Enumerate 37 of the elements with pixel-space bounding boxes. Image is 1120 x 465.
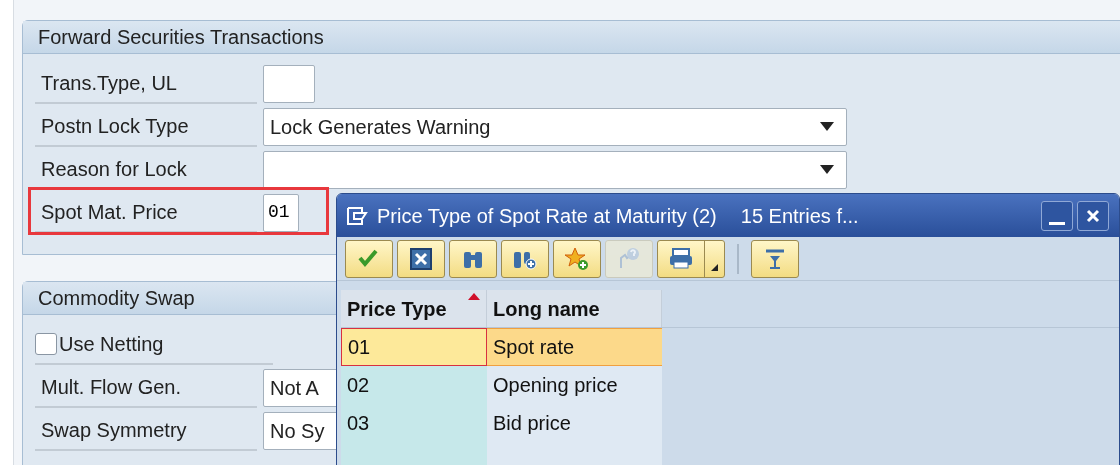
field-label: Spot Mat. Price: [35, 192, 257, 233]
filter-button[interactable]: [751, 239, 799, 278]
entry-count: 15 Entries f...: [740, 203, 859, 229]
favorite-add-button[interactable]: [553, 239, 601, 278]
table-cell[interactable]: 03: [341, 404, 487, 442]
close-icon: [1086, 208, 1100, 223]
column-header[interactable]: Long name: [487, 290, 662, 327]
cancel-button[interactable]: [397, 239, 445, 278]
field-label: Reason for Lock: [35, 149, 257, 190]
checkbox[interactable]: [35, 332, 57, 355]
find-button[interactable]: [449, 239, 497, 278]
table-cell[interactable]: Opening price: [487, 366, 662, 404]
table-cell[interactable]: Spot rate: [487, 328, 662, 366]
table-cell[interactable]: 01: [341, 328, 487, 366]
column-header[interactable]: Price Type: [341, 290, 487, 327]
field-label: Trans.Type, UL: [35, 63, 257, 104]
dialog-title: Price Type of Spot Rate at Maturity (2): [377, 203, 717, 229]
field-label: Mult. Flow Gen.: [35, 367, 257, 408]
dropdown-field[interactable]: [263, 150, 847, 189]
find-next-button[interactable]: [501, 239, 549, 278]
panel-title: Forward Securities Transactions: [23, 21, 1120, 54]
input-field[interactable]: [263, 64, 315, 103]
field-label: Swap Symmetry: [35, 410, 257, 451]
check-button[interactable]: [345, 239, 393, 278]
print-button[interactable]: [657, 239, 725, 278]
caret-icon: [820, 165, 834, 174]
dropdown-field[interactable]: Lock Generates Warning: [263, 107, 847, 146]
checkbox-label: Use Netting: [59, 331, 164, 357]
caret-icon: [820, 122, 834, 131]
dialog-icon: [347, 206, 369, 225]
minimize-icon: [1049, 221, 1065, 225]
table-cell[interactable]: 02: [341, 366, 487, 404]
input-field[interactable]: 01: [263, 193, 299, 232]
minimize-button[interactable]: [1041, 200, 1073, 231]
field-label: Postn Lock Type: [35, 106, 257, 147]
close-button[interactable]: [1077, 200, 1109, 231]
table-cell[interactable]: Bid price: [487, 404, 662, 442]
